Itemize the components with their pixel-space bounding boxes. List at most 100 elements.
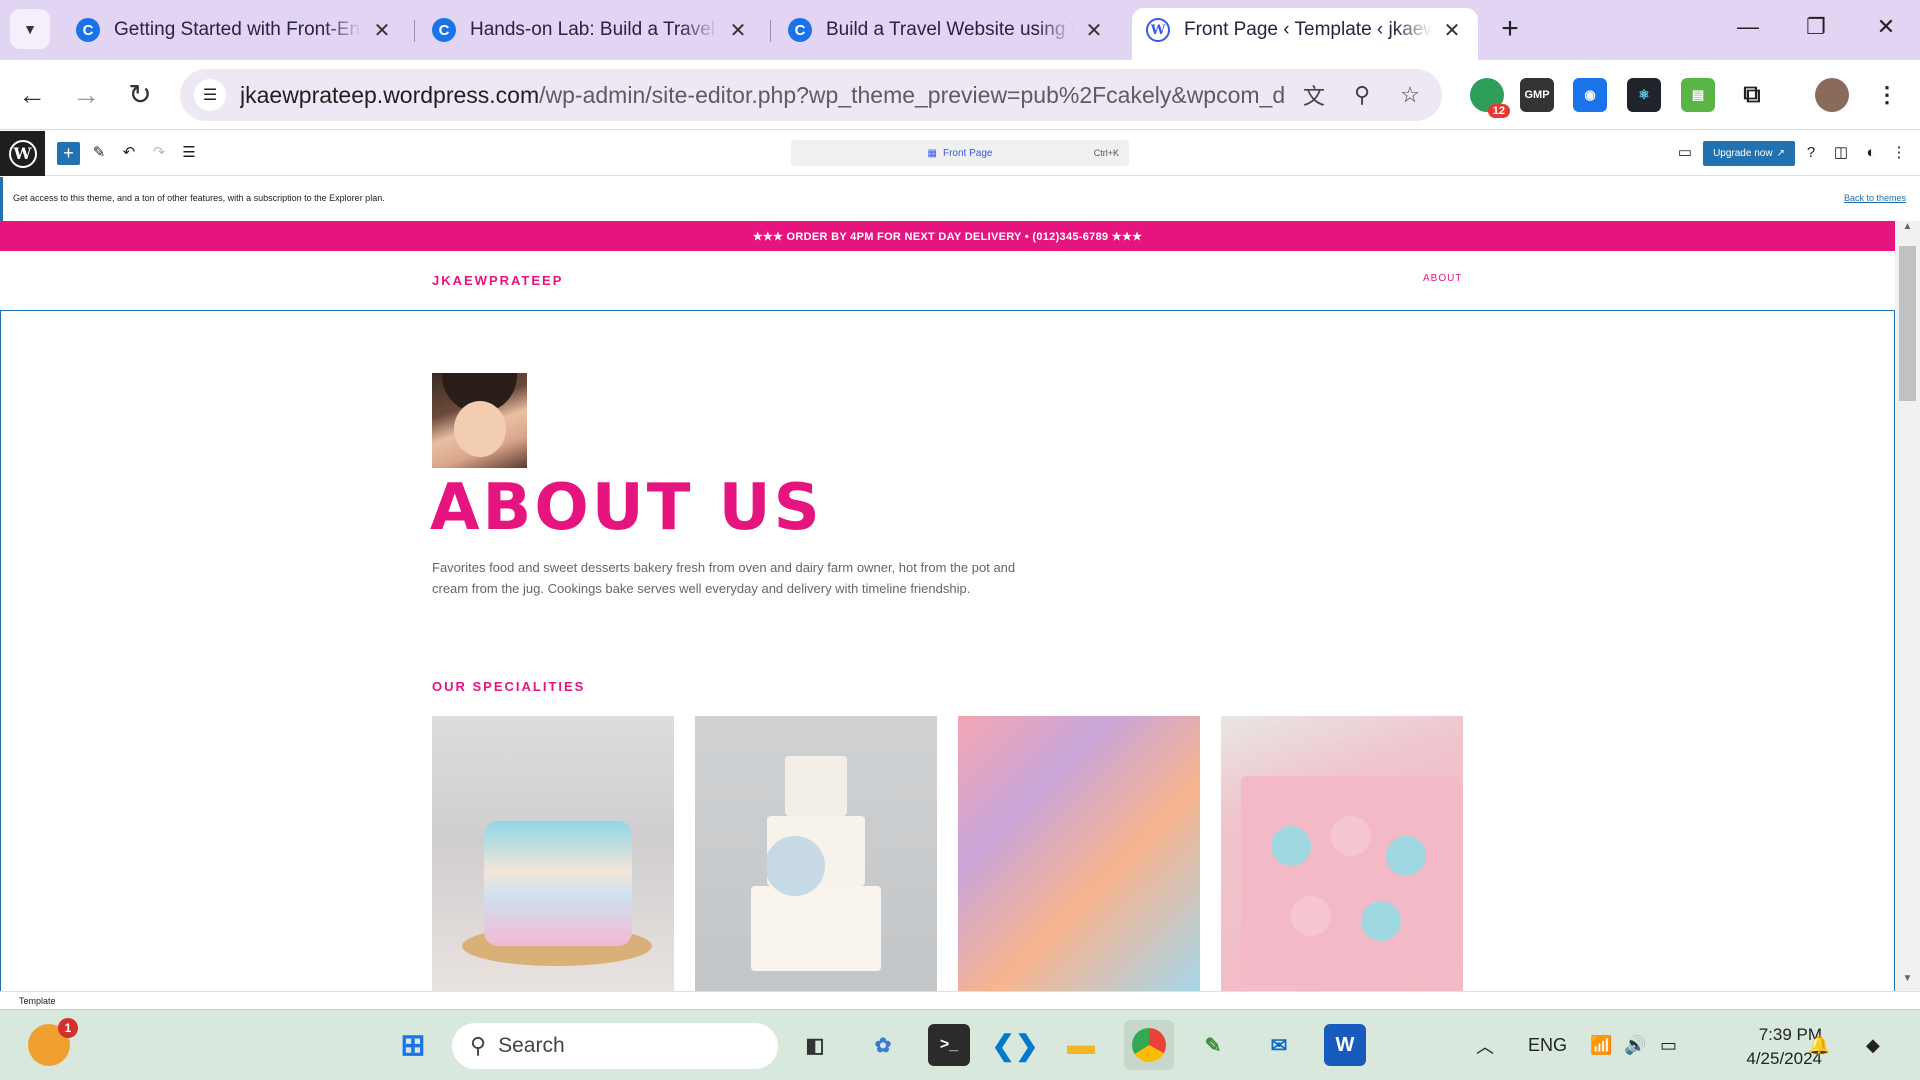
wordpress-icon: W [8,139,37,168]
word-icon[interactable]: W [1324,1024,1366,1066]
device-preview-icon[interactable]: ▭ [1674,142,1696,164]
reload-button[interactable]: ↻ [122,77,158,113]
show-hidden-icons[interactable]: ︿ [1476,1010,1494,1080]
volume-icon[interactable]: 🔊 [1624,1010,1646,1080]
notepad-icon[interactable]: ✎ [1192,1024,1234,1066]
terminal-icon[interactable]: >_ [928,1024,970,1066]
close-icon[interactable]: ✕ [370,18,394,43]
styles-icon[interactable]: ◐ [1860,142,1882,164]
close-icon[interactable]: ✕ [1440,18,1464,43]
wedding-cake-image[interactable] [695,716,937,991]
command-palette-button[interactable]: ▦ Front Page Ctrl+K [791,140,1129,166]
extension-react-icon[interactable]: ⚛ [1627,78,1661,112]
battery-icon[interactable]: ▭ [1660,1010,1677,1080]
forward-button[interactable]: → [68,77,104,113]
chevron-down-icon: ▼ [23,21,37,37]
c-icon: C [788,18,812,42]
canvas-scrollbar[interactable]: ▲ ▼ [1895,221,1920,991]
close-icon[interactable]: ✕ [1082,18,1106,43]
new-tab-button[interactable]: + [1492,12,1528,48]
weather-widget-icon[interactable]: 1 [28,1018,78,1066]
scroll-up-icon[interactable]: ▲ [1895,221,1920,239]
editor-header: W + ✎ ↶ ↷ ☰ ▦ Front Page Ctrl+K ▭ Upgrad… [0,131,1920,176]
more-menu-icon[interactable]: ⋮ [1870,78,1904,112]
extension-print-icon[interactable]: ▤ [1681,78,1715,112]
notifications-icon[interactable]: 🔔 [1808,1010,1830,1080]
url-text[interactable]: jkaewprateep.wordpress.com/wp-admin/site… [240,82,1284,109]
file-explorer-icon[interactable]: ▬ [1060,1024,1102,1066]
profile-image[interactable] [432,373,527,468]
wordpress-logo-button[interactable]: W [0,131,45,176]
document-overview-icon[interactable]: ☰ [178,142,200,164]
c-icon: C [76,18,100,42]
search-icon: ⚲ [470,1033,487,1058]
back-button[interactable]: ← [14,77,50,113]
cupcake-frosting [1331,816,1371,856]
tab-hands-on-lab[interactable]: C Hands-on Lab: Build a Travel We ✕ [418,8,764,52]
cake-tier-top [785,756,847,816]
help-icon[interactable]: ? [1800,142,1822,164]
settings-sidebar-icon[interactable]: ◫ [1830,142,1852,164]
cupcake-frosting [1291,896,1331,936]
redo-icon[interactable]: ↷ [148,142,170,164]
extension-gmp-icon[interactable]: GMP [1520,78,1554,112]
zoom-icon[interactable]: ⚲ [1344,77,1380,113]
cupcake-box [1241,776,1461,986]
site-info-icon[interactable]: ☰ [194,79,226,111]
translate-icon[interactable]: 文 [1296,77,1332,113]
paint-icon[interactable]: ✿ [862,1024,904,1066]
back-to-themes-link[interactable]: Back to themes [1844,193,1906,203]
windows-taskbar: 1 ⊞ ⚲ Search ◧ ✿ >_ ❮❯ ▬ ✎ ✉ W ︿ ENG 📶 🔊… [0,1009,1920,1080]
close-window-button[interactable]: ✕ [1866,14,1906,46]
promo-banner[interactable]: ★★★ ORDER BY 4PM FOR NEXT DAY DELIVERY •… [0,221,1895,251]
block-inserter-button[interactable]: + [57,142,80,165]
extension-camera-icon[interactable]: ◉ [1573,78,1607,112]
copilot-icon[interactable]: ◆ [1866,1010,1880,1080]
extension-grammarly-icon[interactable]: 12 [1470,78,1510,118]
specialities-heading[interactable]: OUR SPECIALITIES [432,679,585,694]
close-icon[interactable]: ✕ [726,18,750,43]
undo-icon[interactable]: ↶ [118,142,140,164]
vscode-icon[interactable]: ❮❯ [992,1024,1039,1066]
avatar-face [454,401,506,457]
minimize-button[interactable]: — [1728,14,1768,46]
system-clock[interactable]: 7:39 PM 4/25/2024 [1712,1023,1822,1071]
start-button[interactable]: ⊞ [392,1024,434,1066]
outlook-icon[interactable]: ✉ [1258,1024,1300,1066]
address-bar[interactable]: ☰ jkaewprateep.wordpress.com/wp-admin/si… [180,69,1442,121]
scroll-down-icon[interactable]: ▼ [1895,973,1920,991]
profile-avatar[interactable] [1815,78,1849,112]
about-heading[interactable]: ABOUT US [430,471,823,545]
about-paragraph[interactable]: Favorites food and sweet desserts bakery… [432,557,1032,599]
wifi-icon[interactable]: 📶 [1590,1010,1612,1080]
restore-button[interactable]: ❐ [1796,14,1836,46]
macarons-image[interactable] [958,716,1200,991]
nav-about-link[interactable]: ABOUT [1423,273,1462,284]
cupcake-frosting [1271,826,1311,866]
upgrade-now-button[interactable]: Upgrade now ↗ [1703,141,1795,166]
tab-search-button[interactable]: ▼ [10,9,50,49]
extension-badge: 12 [1487,104,1510,118]
scroll-thumb[interactable] [1899,246,1916,401]
notification-badge: 1 [58,1018,78,1038]
options-menu-icon[interactable]: ⋮ [1888,142,1910,164]
extensions-puzzle-icon[interactable]: ⧉ [1735,78,1769,112]
edit-tools-icon[interactable]: ✎ [88,142,110,164]
site-title[interactable]: JKAEWPRATEEP [432,273,563,288]
browser-toolbar: ← → ↻ ☰ jkaewprateep.wordpress.com/wp-ad… [0,60,1920,130]
bookmark-star-icon[interactable]: ☆ [1392,77,1428,113]
breadcrumb-template[interactable]: Template [19,996,56,1006]
task-view-icon[interactable]: ◧ [794,1024,836,1066]
tab-front-page[interactable]: W Front Page ‹ Template ‹ jkaewpr ✕ [1132,8,1478,60]
language-indicator[interactable]: ENG [1528,1010,1567,1080]
wordpress-icon: W [1146,18,1170,42]
editor-canvas[interactable]: ★★★ ORDER BY 4PM FOR NEXT DAY DELIVERY •… [0,221,1895,991]
tab-build-travel[interactable]: C Build a Travel Website using Wo ✕ [774,8,1120,52]
taskbar-search[interactable]: ⚲ Search [452,1023,778,1069]
template-icon: ▦ [927,147,937,159]
chrome-icon[interactable] [1124,1020,1174,1070]
tab-getting-started[interactable]: C Getting Started with Front-End ✕ [62,8,408,52]
cake-image[interactable] [432,716,674,991]
upgrade-notice: Get access to this theme, and a ton of o… [0,177,1920,221]
cupcakes-image[interactable] [1221,716,1463,991]
